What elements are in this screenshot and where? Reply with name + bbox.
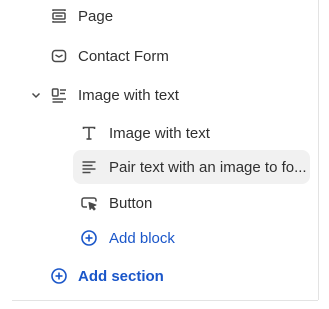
contact-form-icon bbox=[50, 47, 68, 65]
button-cursor-icon bbox=[80, 194, 98, 212]
section-page[interactable]: Page bbox=[0, 0, 318, 32]
block-label: Pair text with an image to fo... bbox=[109, 158, 307, 176]
block-label: Button bbox=[109, 194, 153, 212]
sections-panel: Page Contact Form Image with text Image … bbox=[0, 0, 319, 300]
image-with-text-icon bbox=[50, 86, 68, 104]
plus-circle-icon bbox=[50, 267, 68, 285]
add-block-label: Add block bbox=[109, 229, 175, 247]
add-section-button[interactable]: Add section bbox=[0, 260, 318, 292]
block-button[interactable]: Button bbox=[0, 187, 318, 219]
add-block-button[interactable]: Add block bbox=[0, 222, 318, 254]
plus-circle-icon bbox=[80, 229, 98, 247]
text-heading-icon bbox=[80, 124, 98, 142]
paragraph-icon bbox=[80, 158, 98, 176]
section-label: Contact Form bbox=[78, 47, 169, 65]
block-text-selected[interactable]: Pair text with an image to fo... bbox=[73, 150, 310, 184]
page-section-icon bbox=[50, 7, 68, 25]
section-image-with-text[interactable]: Image with text bbox=[0, 79, 318, 111]
section-contact-form[interactable]: Contact Form bbox=[0, 40, 318, 72]
divider bbox=[12, 300, 318, 301]
section-label: Image with text bbox=[78, 86, 179, 104]
add-section-label: Add section bbox=[78, 267, 164, 285]
block-image-with-text[interactable]: Image with text bbox=[0, 117, 318, 149]
chevron-down-icon[interactable] bbox=[28, 87, 44, 103]
block-label: Image with text bbox=[109, 124, 210, 142]
section-label: Page bbox=[78, 7, 114, 25]
